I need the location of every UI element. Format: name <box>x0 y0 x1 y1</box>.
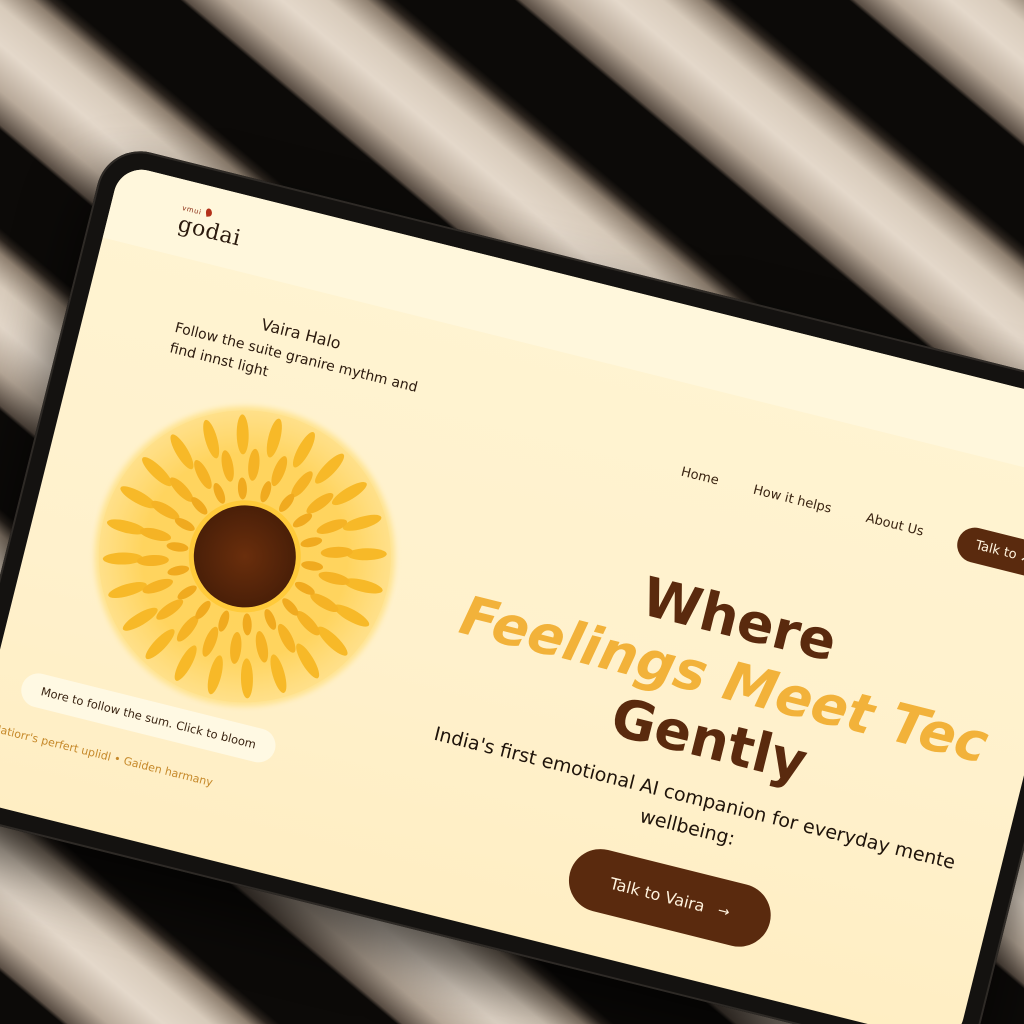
nav-about-us[interactable]: About Us <box>864 511 925 540</box>
nav-home[interactable]: Home <box>679 465 720 489</box>
background-scene: vmui godai Home How it helps About Us Ta… <box>0 0 1024 1024</box>
vaira-halo-flower[interactable] <box>57 369 433 745</box>
logo-leaf-icon <box>206 208 213 217</box>
talk-to-vaira-button[interactable]: Talk to Vaira → <box>562 842 778 953</box>
tablet-device: vmui godai Home How it helps About Us Ta… <box>0 142 1024 1024</box>
nav-talk-label: Talk to <box>973 538 1019 563</box>
send-icon: ➚ <box>1018 549 1024 567</box>
tablet-screen: vmui godai Home How it helps About Us Ta… <box>0 164 1024 1024</box>
nav-talk-button[interactable]: Talk to ➚ <box>954 524 1024 580</box>
nav-how-it-helps[interactable]: How it helps <box>752 483 833 517</box>
main-nav: Home How it helps About Us Talk to ➚ <box>677 455 1024 581</box>
arrow-right-icon: → <box>716 902 732 921</box>
logo[interactable]: godai <box>175 212 243 252</box>
hero-section: Where Feelings Meet Tec Gently India's f… <box>391 522 1019 996</box>
talk-to-vaira-label: Talk to Vaira <box>607 873 707 916</box>
